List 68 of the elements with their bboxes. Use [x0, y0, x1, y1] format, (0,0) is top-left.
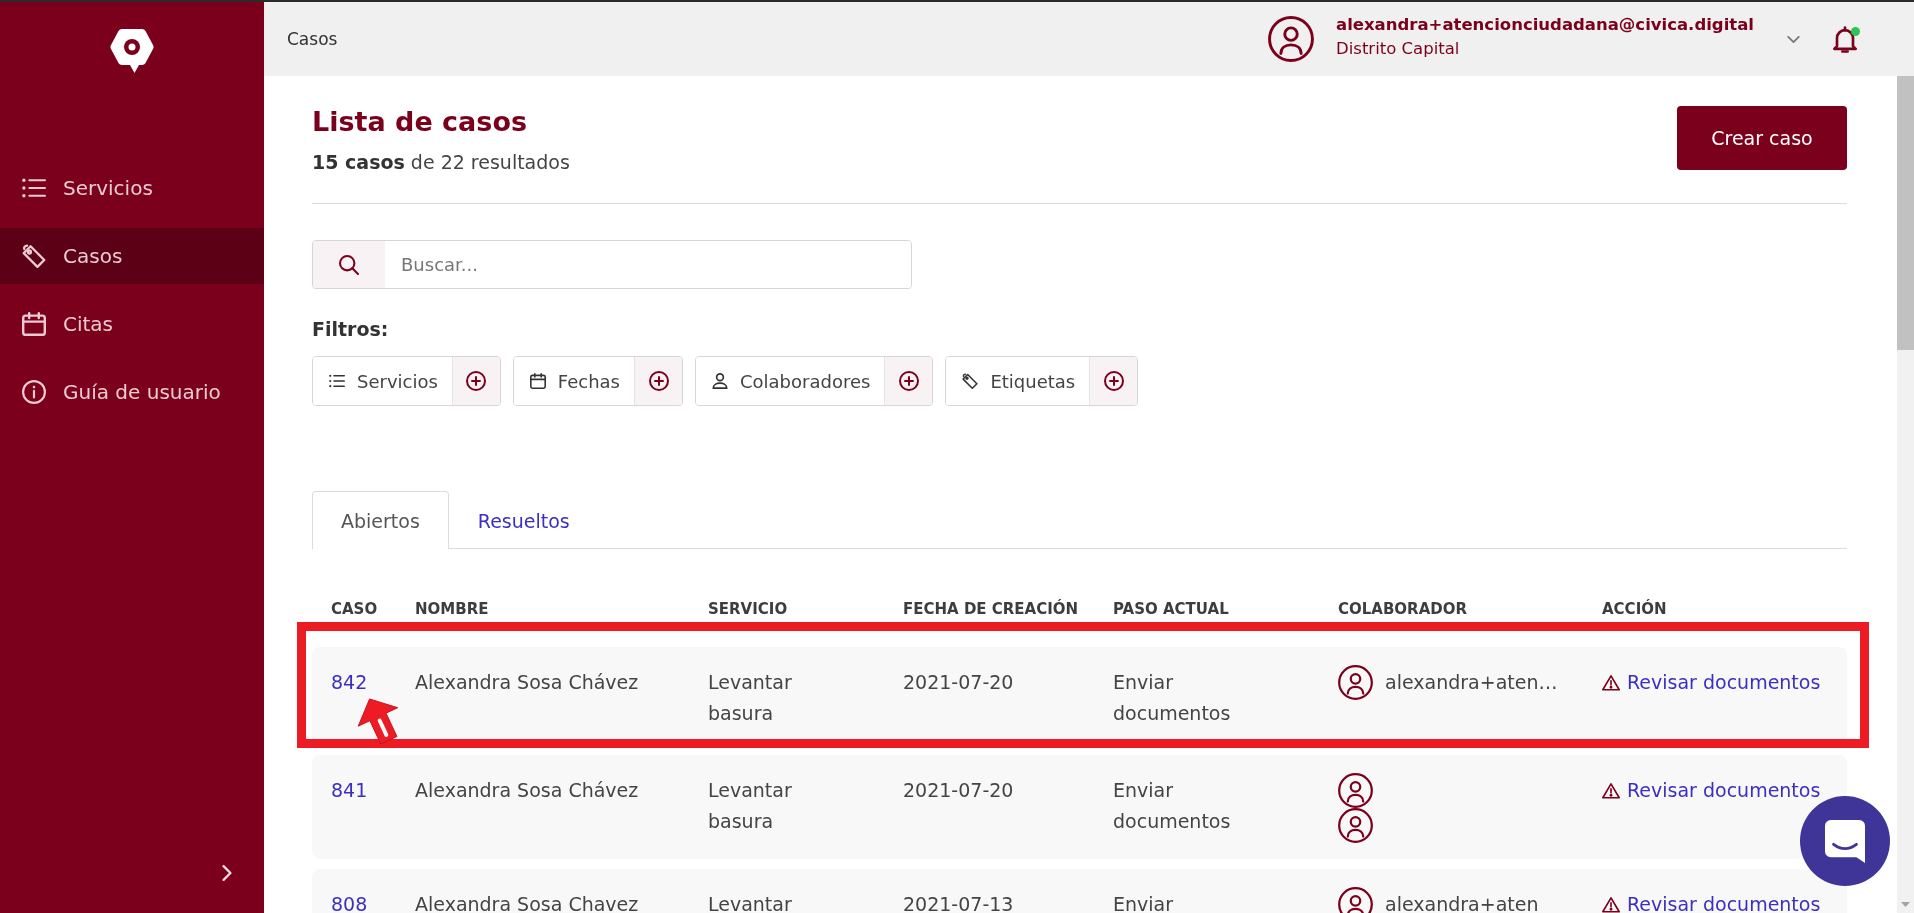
nav-item[interactable]: Casos	[0, 228, 264, 284]
column-header: ACCIÓN	[1602, 599, 1667, 619]
nav-item[interactable]: Servicios	[0, 160, 264, 216]
add-filter-button[interactable]	[884, 357, 933, 405]
column-header: SERVICIO	[708, 599, 788, 619]
name-cell-text: Alexandra Sosa Chávez	[415, 670, 639, 695]
bell-icon[interactable]	[1833, 25, 1857, 53]
warning-icon	[1602, 674, 1620, 691]
name-cell-text: Alexandra Sosa Chavez	[415, 892, 639, 913]
step-cell-text: Enviar documentos	[1113, 778, 1232, 834]
add-filter-button[interactable]	[1089, 357, 1138, 405]
tag-icon	[22, 244, 46, 268]
search-field[interactable]: Buscar...	[312, 240, 912, 289]
step-cell-text: Enviar documentos	[1113, 670, 1232, 726]
service-cell-text: Levantar basura	[708, 670, 793, 726]
column-header: CASO	[331, 599, 378, 619]
warning-icon	[1602, 782, 1620, 799]
date-cell-text: 2021-07-20	[903, 670, 1014, 695]
chevron-down-icon[interactable]	[1787, 35, 1800, 43]
tab[interactable]: Resueltos	[448, 491, 599, 549]
scrollbar-thumb[interactable]	[1897, 76, 1914, 350]
calendar-icon	[529, 373, 546, 389]
collaborator-name: alexandra+aten	[1385, 892, 1539, 913]
service-cell-text: Levantar	[708, 892, 793, 913]
person-icon	[712, 373, 728, 389]
breadcrumb: Casos	[287, 29, 338, 49]
column-header: COLABORADOR	[1338, 599, 1468, 619]
action-link[interactable]: Revisar documentos	[1602, 889, 1821, 913]
date-cell-text: 2021-07-20	[903, 778, 1014, 803]
add-filter-button[interactable]	[451, 357, 500, 405]
user-avatar-icon	[1268, 16, 1314, 62]
nav-item[interactable]: Citas	[0, 296, 264, 352]
filters-label: Filtros:	[312, 317, 389, 341]
result-summary: 15 casos de 22 resultados	[312, 150, 570, 174]
create-case-button[interactable]: Crear caso	[1677, 106, 1847, 170]
plus-circle-icon	[648, 371, 669, 391]
add-filter-button[interactable]	[634, 357, 682, 405]
column-header: FECHA DE CREACIÓN	[903, 599, 1079, 619]
calendar-icon	[22, 312, 46, 336]
tab[interactable]: Abiertos	[312, 491, 449, 549]
collaborator-name: alexandra+aten…	[1385, 670, 1558, 695]
warning-icon	[1602, 896, 1620, 913]
column-header: NOMBRE	[415, 599, 489, 619]
plus-circle-icon	[1103, 371, 1124, 391]
chat-bubble-icon	[1825, 819, 1865, 863]
column-header: PASO ACTUAL	[1113, 599, 1229, 619]
list-icon	[329, 373, 345, 389]
action-link[interactable]: Revisar documentos	[1602, 667, 1821, 698]
action-link[interactable]: Revisar documentos	[1602, 775, 1821, 806]
tag-icon	[962, 373, 979, 389]
case-link[interactable]: 808	[331, 889, 368, 913]
chevron-right-icon[interactable]	[222, 865, 232, 881]
user-email: alexandra+atencionciudadana@civica.digital	[1336, 14, 1754, 36]
case-link[interactable]: 841	[331, 775, 368, 806]
page-title: Lista de casos	[312, 105, 528, 139]
search-icon	[339, 254, 359, 275]
service-cell-text: Levantar basura	[708, 778, 793, 834]
list-icon	[22, 176, 46, 200]
date-cell-text: 2021-07-13	[903, 892, 1014, 913]
info-icon	[22, 380, 46, 404]
plus-circle-icon	[466, 371, 487, 391]
plus-circle-icon	[898, 371, 919, 391]
user-organization: Distrito Capital	[1336, 38, 1461, 60]
nav-item[interactable]: Guía de usuario	[0, 364, 264, 420]
case-link[interactable]: 842	[331, 667, 368, 698]
logo-icon[interactable]	[110, 28, 154, 74]
name-cell-text: Alexandra Sosa Chávez	[415, 778, 639, 803]
step-cell-text: Enviar	[1113, 892, 1175, 913]
